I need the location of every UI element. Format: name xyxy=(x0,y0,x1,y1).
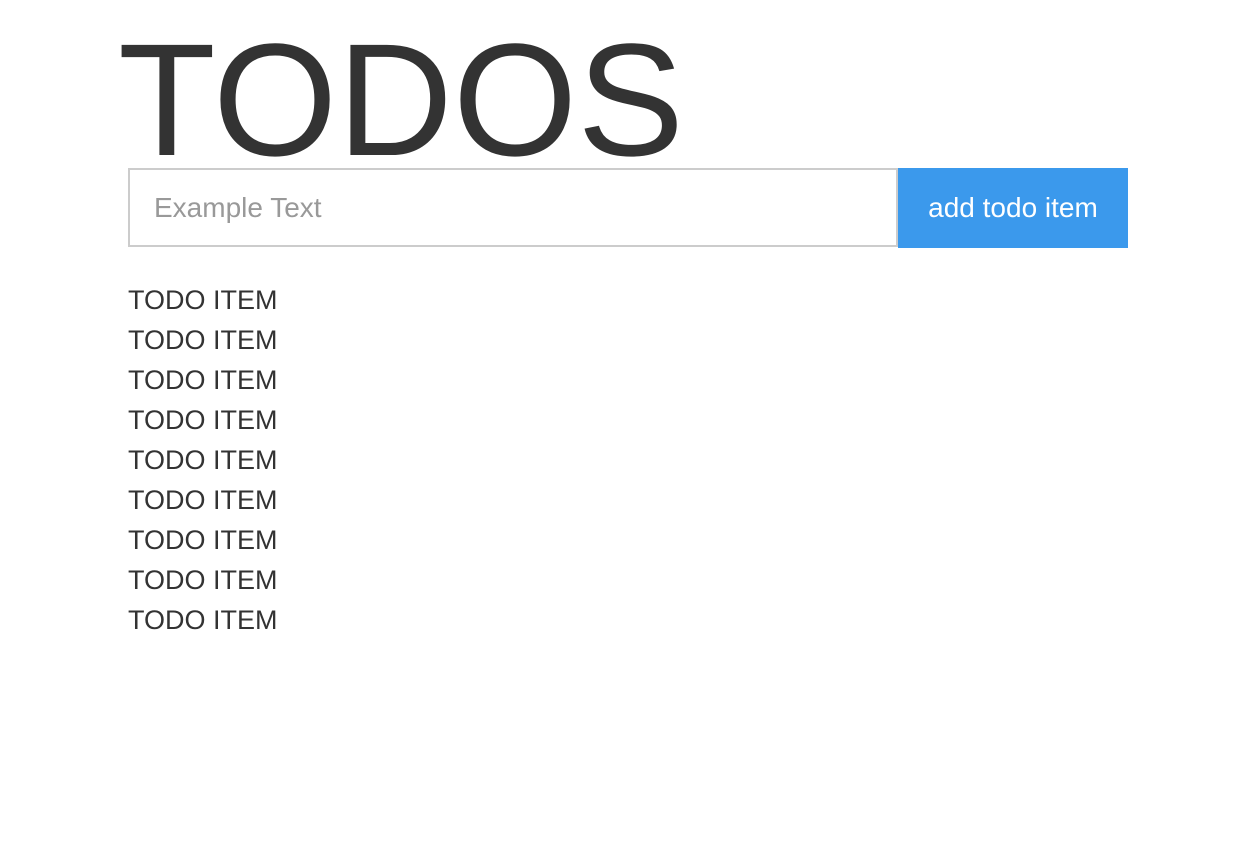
todo-item[interactable]: TODO ITEM xyxy=(128,400,278,440)
page-title: TODOS xyxy=(118,10,685,189)
todo-item[interactable]: TODO ITEM xyxy=(128,320,278,360)
todo-item[interactable]: TODO ITEM xyxy=(128,520,278,560)
add-todo-form: add todo item xyxy=(128,168,1128,248)
todo-input[interactable] xyxy=(128,168,898,247)
todo-item[interactable]: TODO ITEM xyxy=(128,480,278,520)
todo-item[interactable]: TODO ITEM xyxy=(128,360,278,400)
add-todo-button[interactable]: add todo item xyxy=(898,168,1128,248)
todo-item[interactable]: TODO ITEM xyxy=(128,560,278,600)
todo-item[interactable]: TODO ITEM xyxy=(128,440,278,480)
todo-item[interactable]: TODO ITEM xyxy=(128,280,278,320)
todo-list: TODO ITEM TODO ITEM TODO ITEM TODO ITEM … xyxy=(128,280,278,640)
todo-item[interactable]: TODO ITEM xyxy=(128,600,278,640)
